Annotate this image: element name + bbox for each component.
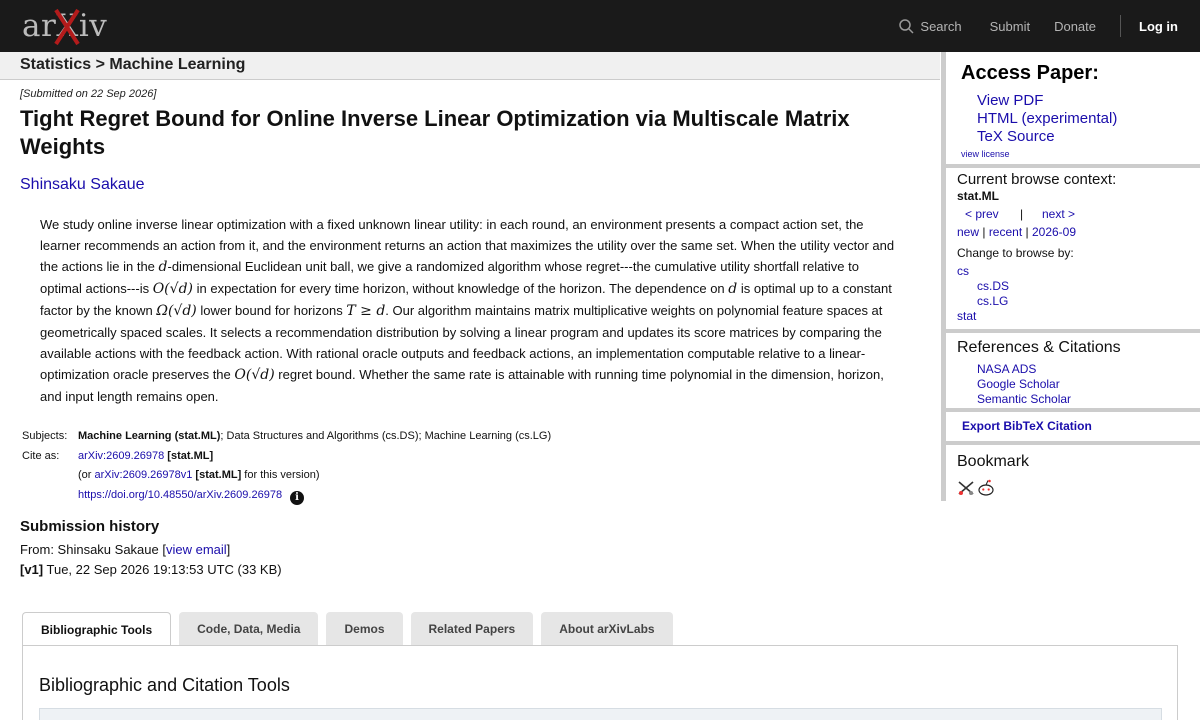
semantic-scholar-link[interactable]: Semantic Scholar [977,392,1071,406]
search-label: Search [920,18,962,34]
view-email-link[interactable]: view email [166,542,227,557]
version-row: (or arXiv:2609.26978v1 [stat.ML] for thi… [22,466,551,486]
google-scholar-link[interactable]: Google Scholar [977,377,1060,391]
info-icon[interactable]: i [290,490,305,505]
tab-bibliographic-tools[interactable]: Bibliographic Tools [22,612,172,646]
top-nav: Search Submit Donate Log in [898,0,1200,52]
donate-link[interactable]: Donate [1054,19,1096,34]
math-expression: T ≥ d [346,303,386,319]
bookmark-icons [957,479,997,497]
math-expression: O(√d) [152,281,193,297]
arxiv-id-link[interactable]: arXiv:2609.26978 [78,450,164,462]
math-expression: O(√d) [234,367,275,383]
submission-from: From: Shinsaku Sakaue [view email] [20,542,231,557]
bookmark-panel: Bookmark [946,445,1200,501]
submission-history-title: Submission history [20,518,160,535]
reddit-icon[interactable] [977,479,995,497]
tex-source-link[interactable]: TeX Source [977,128,1055,145]
month-link[interactable]: 2026-09 [1032,225,1076,239]
subjects-label: Subjects: [22,430,68,442]
math-expression: d [728,281,738,297]
browse-cat-cs-lg[interactable]: cs.LG [977,294,1008,308]
next-link[interactable]: next > [1042,207,1075,221]
export-panel: Export BibTeX Citation [946,412,1200,441]
version-tag: [stat.ML] [195,469,242,481]
breadcrumb: Statistics > Machine Learning [20,56,246,73]
version-value: (or arXiv:2609.26978v1 [stat.ML] for thi… [78,469,320,481]
version-details: Tue, 22 Sep 2026 19:13:53 UTC (33 KB) [43,562,282,577]
math-expression: d [158,259,168,275]
html-experimental-link[interactable]: HTML (experimental) [977,110,1117,127]
abstract-text: in expectation for every time horizon, w… [193,281,729,296]
nasa-ads-link[interactable]: NASA ADS [977,362,1036,376]
access-paper-title: Access Paper: [961,62,1099,84]
submitted-date: [Submitted on 22 Sep 2026] [20,88,157,100]
version-link[interactable]: arXiv:2609.26978v1 [95,469,193,481]
browse-cat-cs[interactable]: cs [957,264,969,278]
browse-cat-stat[interactable]: stat [957,309,976,323]
subjects-row: Subjects: Machine Learning (stat.ML); Da… [22,427,551,447]
cite-row: Cite as: arXiv:2609.26978 [stat.ML] [22,447,551,467]
browse-context-panel: Current browse context: stat.ML < prev |… [946,168,1200,329]
tab-panel: Bibliographic and Citation Tools [22,645,1178,720]
metadata-table: Subjects: Machine Learning (stat.ML); Da… [22,427,551,505]
submit-link[interactable]: Submit [990,19,1030,34]
breadcrumb-band: Statistics > Machine Learning [0,52,940,80]
logo-x-mark [54,8,80,46]
tab-code-data-media[interactable]: Code, Data, Media [179,612,319,645]
version-label: [v1] [20,562,44,577]
tool-tabs: Bibliographic Tools Code, Data, Media De… [22,612,681,646]
cite-value: arXiv:2609.26978 [stat.ML] [78,447,213,467]
search-link[interactable]: Search [898,18,962,34]
browse-context-title: Current browse context: [957,171,1117,188]
references-title: References & Citations [957,339,1121,356]
version-entry: [v1] Tue, 22 Sep 2026 19:13:53 UTC (33 K… [20,562,282,577]
tab-panel-title: Bibliographic and Citation Tools [39,675,290,695]
tab-demos[interactable]: Demos [326,612,403,645]
abstract-text: lower bound for horizons [196,303,347,318]
other-subjects: ; Data Structures and Algorithms (cs.DS)… [220,430,552,442]
change-browse-label: Change to browse by: [957,246,1074,260]
view-license-link[interactable]: view license [961,149,1010,159]
cite-tag: [stat.ML] [167,449,214,462]
doi-value: https://doi.org/10.48550/arXiv.2609.2697… [78,486,305,506]
browse-nav-row: new | recent | 2026-09 [957,225,1077,239]
nav-divider [1120,15,1121,37]
subjects-value: Machine Learning (stat.ML); Data Structu… [78,427,551,447]
citation-tools-box [39,708,1162,720]
browse-context-value: stat.ML [957,189,999,203]
author-link[interactable]: Shinsaku Sakaue [20,176,145,194]
page-title: Tight Regret Bound for Online Inverse Li… [20,106,850,159]
search-icon [899,19,914,34]
top-bar: arXiv Search Submit Donate Log in [0,0,1200,52]
export-bibtex-link[interactable]: Export BibTeX Citation [962,419,1092,433]
sidebar: Access Paper: View PDF HTML (experimenta… [941,52,1200,501]
tab-related-papers[interactable]: Related Papers [410,612,534,645]
primary-subject: Machine Learning (stat.ML) [78,430,221,442]
access-paper-panel: Access Paper: View PDF HTML (experimenta… [946,52,1200,164]
view-pdf-link[interactable]: View PDF [977,92,1043,109]
new-link[interactable]: new [957,225,979,239]
abstract: We study online inverse linear optimizat… [40,214,902,407]
doi-row: https://doi.org/10.48550/arXiv.2609.2697… [22,486,551,506]
doi-link[interactable]: https://doi.org/10.48550/arXiv.2609.2697… [78,489,282,501]
bookmark-title: Bookmark [957,453,1030,470]
math-expression: Ω(√d) [156,303,197,319]
references-panel: References & Citations NASA ADS Google S… [946,333,1200,408]
recent-link[interactable]: recent [989,225,1022,239]
prev-link[interactable]: < prev [965,207,999,221]
browse-separator: | [1020,207,1024,221]
cite-label: Cite as: [22,449,60,462]
login-link[interactable]: Log in [1139,19,1178,34]
bibsonomy-icon[interactable] [957,479,975,497]
browse-cat-cs-ds[interactable]: cs.DS [977,279,1009,293]
arxiv-logo[interactable]: arXiv [22,6,114,46]
tab-about-arxivlabs[interactable]: About arXivLabs [541,612,673,645]
